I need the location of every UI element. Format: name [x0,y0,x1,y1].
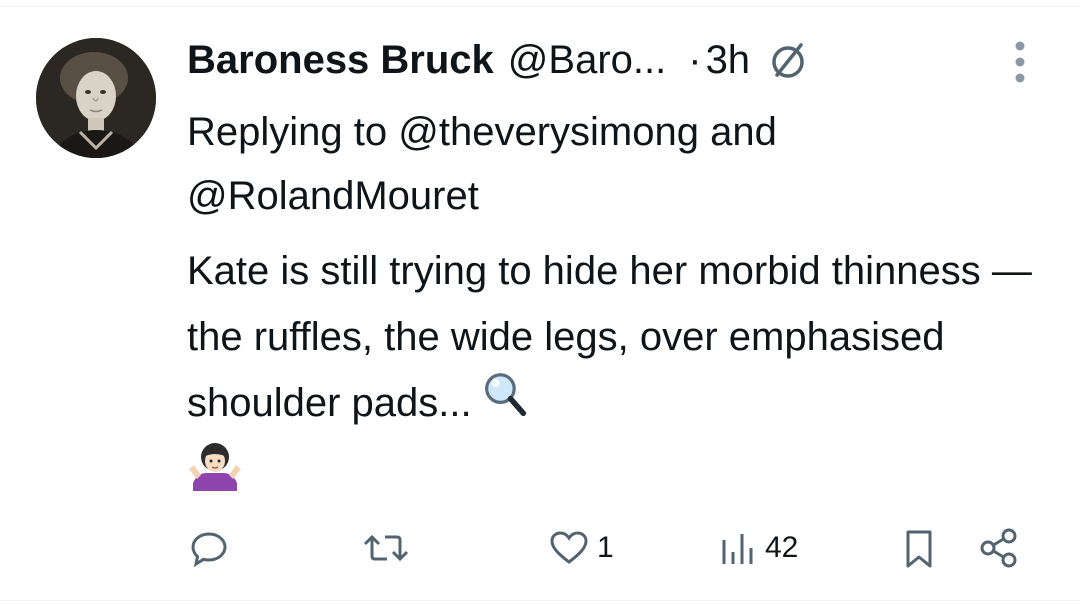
views-button[interactable]: 42 [719,522,798,574]
avatar[interactable] [36,38,156,158]
separator-dot: · [688,38,702,82]
timestamp[interactable]: 3h [706,34,751,86]
retweet-button[interactable] [361,522,411,574]
more-vertical-icon [1015,41,1025,83]
share-button[interactable] [977,522,1021,574]
portrait-avatar-icon [36,38,156,158]
like-count: 1 [597,531,614,564]
reply-button[interactable] [187,522,231,574]
bookmark-button[interactable] [899,522,939,574]
tweet-header: Baroness Bruck @Baro... · 3h [187,34,808,86]
views-chart-icon [722,534,753,564]
reply-context: Replying to @theverysimong and @RolandMo… [187,100,1047,228]
more-options-button[interactable] [1004,40,1036,84]
reply-icon [191,532,227,568]
user-handle[interactable]: @Baro... [508,34,666,86]
share-icon [980,528,1017,568]
retweet-icon [363,534,409,562]
reply-and: and [710,110,777,154]
top-divider [0,6,1080,7]
reply-mention-link[interactable]: @RolandMouret [187,174,479,218]
bottom-divider [0,600,1080,601]
bookmark-icon [906,530,932,568]
magnifying-glass-emoji-icon [483,371,527,439]
heart-icon [550,531,588,564]
tweet-body: Kate is still trying to hide her morbid … [187,238,1047,515]
reply-mention-link[interactable]: @theverysimong [398,110,699,154]
tweet-actions-bar: 1 42 [187,522,1027,574]
reply-prefix: Replying to [187,110,388,154]
shrugging-woman-emoji-icon [187,439,243,515]
like-button[interactable]: 1 [547,522,614,574]
no-entry-emblem-icon [768,40,808,80]
display-name[interactable]: Baroness Bruck [187,34,494,86]
views-count: 42 [765,531,799,564]
tweet-text: Kate is still trying to hide her morbid … [187,249,1032,425]
